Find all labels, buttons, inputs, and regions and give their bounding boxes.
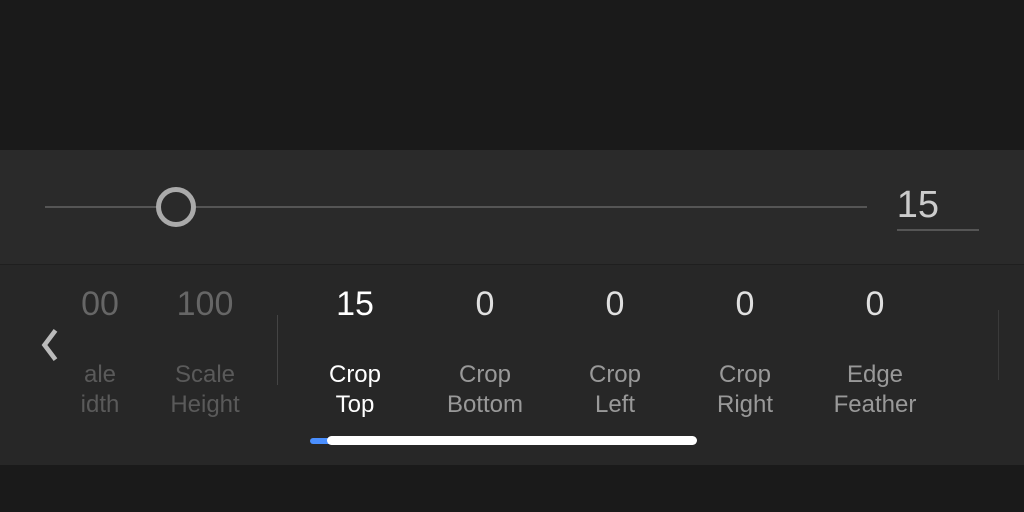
param-value: 0 (866, 285, 885, 324)
param-edge-feather[interactable]: 0 Edge Feather (810, 285, 940, 420)
param-value: 15 (336, 285, 374, 324)
param-crop-left[interactable]: 0 Crop Left (550, 285, 680, 420)
preview-area (0, 0, 1024, 150)
slider-value[interactable]: 15 (897, 184, 979, 231)
param-label: Crop Top (329, 360, 381, 420)
param-value: 0 (736, 285, 755, 324)
param-label: Crop Right (717, 360, 773, 420)
param-value: 100 (177, 285, 234, 324)
param-scale-height[interactable]: 100 Scale Height (145, 285, 265, 420)
slider-panel: 15 (0, 150, 1024, 265)
param-crop-top[interactable]: 15 Crop Top (290, 285, 420, 420)
scroll-indicator[interactable] (327, 436, 697, 445)
param-label: Crop Left (589, 360, 641, 420)
parameters-row[interactable]: 00 ale idth 100 Scale Height 15 Crop Top… (0, 285, 1024, 420)
slider-track[interactable] (45, 187, 867, 227)
param-crop-right[interactable]: 0 Crop Right (680, 285, 810, 420)
param-label: Edge Feather (834, 360, 917, 420)
param-value: 00 (81, 285, 119, 324)
divider (277, 315, 278, 385)
parameters-panel: 00 ale idth 100 Scale Height 15 Crop Top… (0, 265, 1024, 465)
slider-handle[interactable] (156, 187, 196, 227)
param-value: 0 (476, 285, 495, 324)
param-scale-width[interactable]: 00 ale idth (55, 285, 145, 420)
param-crop-bottom[interactable]: 0 Crop Bottom (420, 285, 550, 420)
param-label: Scale Height (170, 360, 239, 420)
divider (998, 310, 999, 380)
param-label: Crop Bottom (447, 360, 523, 420)
param-value: 0 (606, 285, 625, 324)
param-label: ale idth (81, 360, 120, 420)
